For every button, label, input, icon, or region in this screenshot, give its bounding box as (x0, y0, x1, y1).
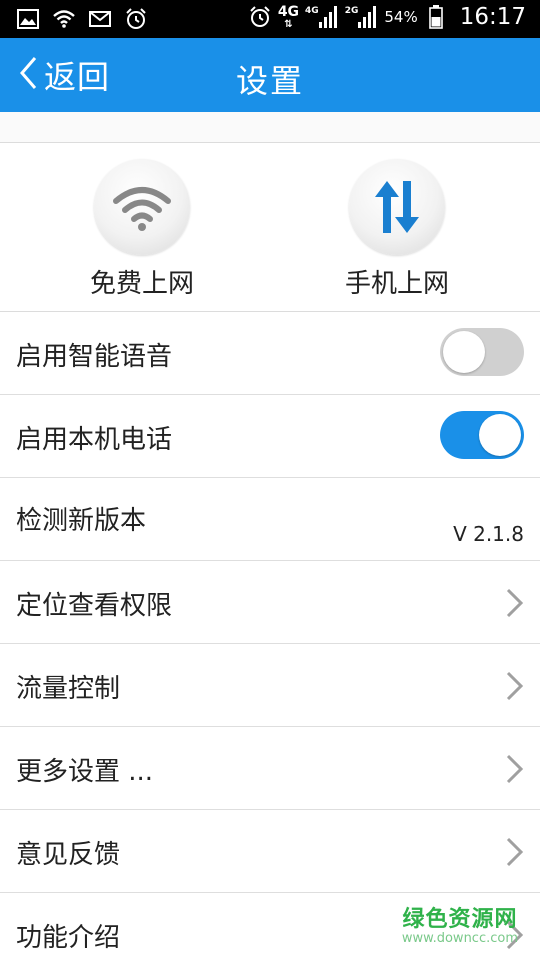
settings-list: 启用智能语音 启用本机电话 检测新版本 V 2.1.8 定位查看权限 流量控制 … (0, 312, 540, 975)
free-internet-shortcut[interactable]: 免费上网 (42, 159, 242, 300)
network-type-label: 4G (277, 3, 300, 20)
setting-label: 流量控制 (16, 674, 121, 704)
setting-traffic-control[interactable]: 流量控制 (0, 644, 540, 727)
signal-sim1: 4G (305, 6, 339, 28)
setting-local-call: 启用本机电话 (0, 395, 540, 478)
setting-label: 启用本机电话 (16, 425, 173, 455)
watermark-title: 绿色资源网 (402, 907, 518, 932)
alarm-icon (248, 5, 272, 29)
smart-voice-toggle[interactable] (440, 328, 524, 376)
signal-bars-icon (358, 6, 377, 28)
network-type-indicator: 4G ⇅ (278, 5, 299, 30)
sim1-type-label: 4G (305, 6, 319, 16)
clock: 16:17 (459, 4, 526, 30)
top-spacer (0, 112, 540, 143)
setting-label: 定位查看权限 (16, 591, 173, 621)
shortcut-panel: 免费上网 手机上网 (0, 143, 540, 312)
setting-label: 更多设置 ... (16, 757, 154, 787)
setting-label: 启用智能语音 (16, 342, 173, 372)
title-bar: 返回 设置 (0, 38, 540, 112)
chevron-right-icon (502, 836, 526, 868)
setting-check-update[interactable]: 检测新版本 V 2.1.8 (0, 478, 540, 561)
mobile-internet-shortcut[interactable]: 手机上网 (297, 159, 497, 300)
signal-bars-icon (318, 6, 337, 28)
watermark: 绿色资源网 www.downcc.com (402, 901, 518, 946)
status-bar: 4G ⇅ 4G 2G 54% 16:17 (0, 0, 540, 38)
data-arrows-icon: ⇅ (284, 18, 293, 30)
alarm-icon (124, 7, 148, 31)
wifi-icon (94, 159, 190, 255)
battery-percent: 54% (384, 8, 418, 26)
sim2-type-label: 2G (344, 6, 359, 16)
signal-sim2: 2G (345, 6, 379, 28)
toggle-knob (443, 331, 485, 373)
local-call-toggle[interactable] (440, 411, 524, 459)
chevron-right-icon (502, 753, 526, 785)
gallery-icon (16, 7, 40, 31)
chevron-right-icon (502, 670, 526, 702)
shortcut-label: 手机上网 (344, 269, 449, 299)
mail-icon (88, 7, 112, 31)
battery-icon (424, 5, 448, 29)
version-label: V 2.1.8 (453, 522, 524, 546)
setting-label: 功能介绍 (16, 923, 121, 953)
setting-feedback[interactable]: 意见反馈 (0, 810, 540, 893)
shortcut-label: 免费上网 (89, 269, 194, 299)
chevron-right-icon (502, 587, 526, 619)
setting-location-permission[interactable]: 定位查看权限 (0, 561, 540, 644)
data-transfer-icon (349, 159, 445, 255)
watermark-url: www.downcc.com (401, 931, 518, 946)
page-title: 设置 (235, 62, 304, 100)
setting-label: 检测新版本 (16, 506, 147, 536)
setting-more-settings[interactable]: 更多设置 ... (0, 727, 540, 810)
toggle-knob (479, 414, 521, 456)
setting-smart-voice: 启用智能语音 (0, 312, 540, 395)
wifi-status-icon (52, 7, 76, 31)
setting-label: 意见反馈 (16, 840, 121, 870)
